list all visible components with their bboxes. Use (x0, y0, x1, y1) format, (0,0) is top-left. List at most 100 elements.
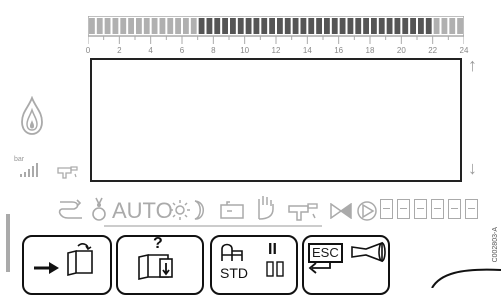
timeline-tick-label: 24 (459, 46, 469, 55)
timeline-tick-label: 4 (148, 46, 153, 55)
timeline-segment (190, 18, 197, 34)
enter-menu-button[interactable] (22, 235, 112, 295)
timeline-segment (206, 18, 213, 34)
pressure-unit-label: bar (14, 156, 25, 163)
timeline-segment (284, 18, 291, 34)
flame-icon (21, 96, 43, 135)
return-arrow-icon (308, 261, 331, 274)
timeline-segment (128, 18, 134, 34)
down-arrow-icon[interactable]: ↓ (468, 158, 477, 179)
timeline-segment (183, 18, 189, 34)
timeline-segment (159, 18, 166, 34)
timeline-segment (175, 18, 181, 34)
segment-digit (448, 199, 461, 219)
escape-button[interactable]: ESC (302, 235, 390, 295)
book-icon (67, 243, 93, 277)
timeline-segment (230, 18, 236, 34)
timeline-segment (378, 18, 385, 34)
sun-icon (170, 200, 190, 220)
timeline-segment (394, 18, 401, 34)
timeline-segment (245, 18, 252, 34)
person-away-icon (92, 197, 106, 221)
dhw-tap-icon (288, 203, 318, 221)
timeline-segment (277, 18, 283, 34)
arrow-right-icon (34, 262, 59, 274)
tap-icon (57, 166, 78, 179)
timeline-segment (449, 18, 456, 34)
holiday-suitcase-icon (220, 201, 244, 219)
timeline-segment (418, 18, 424, 34)
signal-strength-icon (20, 163, 38, 177)
timeline-segment (96, 18, 103, 34)
manual-hand-icon (258, 196, 274, 220)
boiler-lcd-panel: 0 2 4 6 8 10 12 14 16 18 20 22 24 ↑ ↓ bar AUTO (0, 0, 501, 295)
timeline-segment (371, 18, 377, 34)
timeline-tick-label: 10 (240, 46, 250, 55)
timeline-segment (339, 18, 346, 34)
timeline-segment (292, 18, 299, 34)
left-edge-marker (6, 214, 10, 272)
timeline-segment (363, 18, 369, 34)
help-button[interactable]: ? (116, 235, 204, 295)
timeline-segment (300, 18, 307, 34)
esc-label: ESC (308, 243, 343, 263)
document-code: C002803-A (492, 226, 499, 262)
main-display (90, 58, 462, 182)
moon-icon (194, 200, 204, 220)
timeline-tick-label: 12 (271, 46, 281, 55)
segment-digit (397, 199, 410, 219)
timeline-segment (347, 18, 354, 34)
timeline-segment (89, 18, 95, 34)
timeline-tick-label: 8 (211, 46, 216, 55)
timeline-segment (136, 18, 142, 34)
timeline-tick-label: 2 (117, 46, 122, 55)
dhw-separator (288, 222, 322, 227)
timeline-segment (237, 18, 244, 34)
timeline-segment (355, 18, 362, 34)
auto-mode-label: AUTO (112, 198, 173, 223)
timeline-segment (253, 18, 260, 34)
timeline-segment (433, 18, 440, 34)
info-book-icon (138, 254, 173, 280)
timeline-tick-label: 18 (365, 46, 375, 55)
timeline-bar (88, 16, 464, 44)
timeline-segment (324, 18, 330, 34)
timeline-tick-label: 6 (179, 46, 185, 55)
timeline-segment (151, 18, 158, 34)
timeline-segment (331, 18, 338, 34)
timeline-segment (198, 18, 205, 34)
segment-digit (431, 199, 444, 219)
timeline-segment (441, 18, 448, 34)
segment-digit (465, 199, 478, 219)
timeline-segment (316, 18, 322, 34)
rotary-knob[interactable] (430, 266, 501, 288)
timeline-segment (112, 18, 119, 34)
timeline-segment (402, 18, 409, 34)
timeline-tick-label: 14 (302, 46, 312, 55)
timeline-segment (386, 18, 393, 34)
timeline-segment (214, 18, 221, 34)
timeline-segment (269, 18, 275, 34)
standard-reset-button[interactable]: STD II (210, 235, 298, 295)
timeline-segment (410, 18, 416, 34)
horn-icon (351, 241, 386, 263)
timeline-tick-label: 20 (396, 46, 406, 55)
timeline-segment (143, 18, 150, 34)
valve-icon (330, 203, 352, 219)
timeline-segment (222, 18, 228, 34)
segment-digit (380, 199, 393, 219)
timeline-tick-label: 16 (334, 46, 344, 55)
radiator-icon (58, 199, 82, 219)
boiler-icon (221, 243, 243, 261)
std-label: STD (220, 265, 248, 281)
timeline-segment (104, 18, 111, 34)
timeline-tick-label: 22 (428, 46, 438, 55)
timeline-segment (457, 18, 463, 34)
timeline-segment (308, 18, 315, 34)
pause-icon: II (268, 241, 277, 258)
timeline-segment (425, 18, 432, 34)
status-separator (104, 222, 288, 227)
up-arrow-icon[interactable]: ↑ (468, 55, 477, 76)
segment-digit (414, 199, 427, 219)
timeline-segment (167, 18, 174, 34)
